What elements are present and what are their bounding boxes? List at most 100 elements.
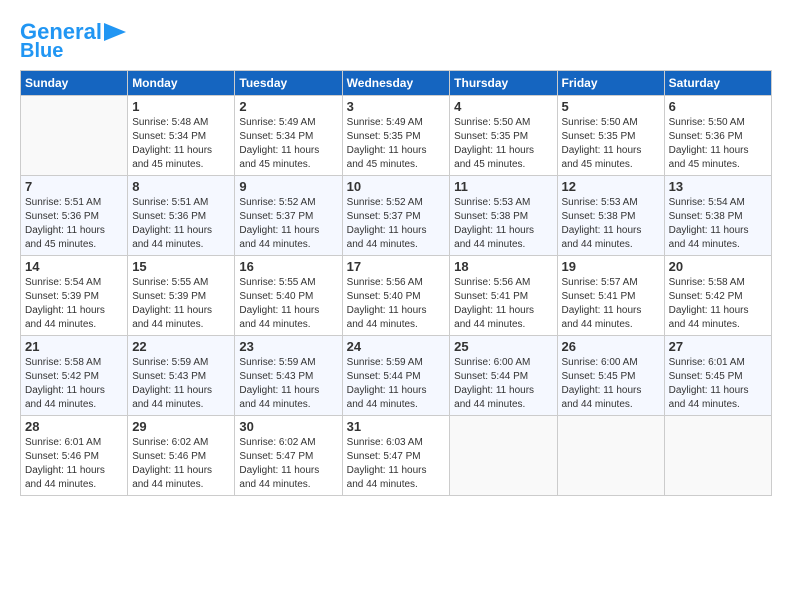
calendar-cell: 20 Sunrise: 5:58 AM Sunset: 5:42 PM Dayli… (664, 256, 771, 336)
calendar-table: SundayMondayTuesdayWednesdayThursdayFrid… (20, 70, 772, 496)
calendar-cell: 17 Sunrise: 5:56 AM Sunset: 5:40 PM Dayli… (342, 256, 450, 336)
calendar-cell: 3 Sunrise: 5:49 AM Sunset: 5:35 PM Daylig… (342, 96, 450, 176)
day-info: Sunrise: 5:59 AM Sunset: 5:43 PM Dayligh… (239, 356, 337, 412)
weekday-header-sunday: Sunday (21, 71, 128, 96)
day-number: 16 (239, 259, 337, 274)
day-number: 6 (669, 99, 767, 114)
calendar-cell: 18Sunrise: 5:56 AM Sunset: 5:41 PM Dayli… (450, 256, 557, 336)
calendar-cell: 8 Sunrise: 5:51 AM Sunset: 5:36 PM Daylig… (128, 176, 235, 256)
day-number: 31 (347, 419, 446, 434)
calendar-week-row: 7 Sunrise: 5:51 AM Sunset: 5:36 PM Daylig… (21, 176, 772, 256)
logo: General Blue (20, 20, 126, 62)
day-info: Sunrise: 5:51 AM Sunset: 5:36 PM Dayligh… (25, 196, 123, 252)
day-info: Sunrise: 6:01 AM Sunset: 5:46 PM Dayligh… (25, 436, 123, 492)
logo-arrow-icon (104, 23, 126, 41)
day-number: 2 (239, 99, 337, 114)
calendar-cell: 21 Sunrise: 5:58 AM Sunset: 5:42 PM Dayli… (21, 336, 128, 416)
calendar-cell: 10Sunrise: 5:52 AM Sunset: 5:37 PM Dayli… (342, 176, 450, 256)
day-info: Sunrise: 5:52 AM Sunset: 5:37 PM Dayligh… (239, 196, 337, 252)
day-number: 18 (454, 259, 552, 274)
calendar-cell (557, 416, 664, 496)
day-info: Sunrise: 5:56 AM Sunset: 5:40 PM Dayligh… (347, 276, 446, 332)
day-number: 14 (25, 259, 123, 274)
day-info: Sunrise: 5:53 AM Sunset: 5:38 PM Dayligh… (454, 196, 552, 252)
calendar-cell: 27 Sunrise: 6:01 AM Sunset: 5:45 PM Dayli… (664, 336, 771, 416)
calendar-cell: 15 Sunrise: 5:55 AM Sunset: 5:39 PM Dayli… (128, 256, 235, 336)
day-number: 27 (669, 339, 767, 354)
logo-text-blue: Blue (20, 40, 63, 62)
weekday-header-monday: Monday (128, 71, 235, 96)
day-number: 21 (25, 339, 123, 354)
day-number: 15 (132, 259, 230, 274)
day-number: 17 (347, 259, 446, 274)
calendar-cell (21, 96, 128, 176)
day-number: 20 (669, 259, 767, 274)
calendar-week-row: 21 Sunrise: 5:58 AM Sunset: 5:42 PM Dayli… (21, 336, 772, 416)
day-number: 11 (454, 179, 552, 194)
calendar-cell: 31 Sunrise: 6:03 AM Sunset: 5:47 PM Dayli… (342, 416, 450, 496)
calendar-cell: 11 Sunrise: 5:53 AM Sunset: 5:38 PM Dayli… (450, 176, 557, 256)
calendar-cell: 1 Sunrise: 5:48 AM Sunset: 5:34 PM Daylig… (128, 96, 235, 176)
calendar-cell (450, 416, 557, 496)
day-info: Sunrise: 5:55 AM Sunset: 5:40 PM Dayligh… (239, 276, 337, 332)
day-info: Sunrise: 5:58 AM Sunset: 5:42 PM Dayligh… (669, 276, 767, 332)
day-info: Sunrise: 5:59 AM Sunset: 5:43 PM Dayligh… (132, 356, 230, 412)
day-info: Sunrise: 6:01 AM Sunset: 5:45 PM Dayligh… (669, 356, 767, 412)
day-info: Sunrise: 5:59 AM Sunset: 5:44 PM Dayligh… (347, 356, 446, 412)
calendar-cell: 5 Sunrise: 5:50 AM Sunset: 5:35 PM Daylig… (557, 96, 664, 176)
day-info: Sunrise: 5:51 AM Sunset: 5:36 PM Dayligh… (132, 196, 230, 252)
day-info: Sunrise: 5:53 AM Sunset: 5:38 PM Dayligh… (562, 196, 660, 252)
day-number: 3 (347, 99, 446, 114)
day-info: Sunrise: 5:49 AM Sunset: 5:34 PM Dayligh… (239, 116, 337, 172)
day-number: 28 (25, 419, 123, 434)
weekday-header-tuesday: Tuesday (235, 71, 342, 96)
weekday-header-row: SundayMondayTuesdayWednesdayThursdayFrid… (21, 71, 772, 96)
day-number: 1 (132, 99, 230, 114)
day-info: Sunrise: 5:48 AM Sunset: 5:34 PM Dayligh… (132, 116, 230, 172)
day-number: 10 (347, 179, 446, 194)
day-number: 29 (132, 419, 230, 434)
day-info: Sunrise: 6:02 AM Sunset: 5:46 PM Dayligh… (132, 436, 230, 492)
calendar-cell: 29 Sunrise: 6:02 AM Sunset: 5:46 PM Dayli… (128, 416, 235, 496)
day-info: Sunrise: 5:54 AM Sunset: 5:38 PM Dayligh… (669, 196, 767, 252)
day-number: 30 (239, 419, 337, 434)
calendar-cell (664, 416, 771, 496)
calendar-cell: 23 Sunrise: 5:59 AM Sunset: 5:43 PM Dayli… (235, 336, 342, 416)
calendar-cell: 4 Sunrise: 5:50 AM Sunset: 5:35 PM Daylig… (450, 96, 557, 176)
day-number: 13 (669, 179, 767, 194)
calendar-week-row: 1 Sunrise: 5:48 AM Sunset: 5:34 PM Daylig… (21, 96, 772, 176)
calendar-week-row: 14Sunrise: 5:54 AM Sunset: 5:39 PM Dayli… (21, 256, 772, 336)
day-number: 4 (454, 99, 552, 114)
page-header: General Blue (20, 20, 772, 62)
calendar-cell: 26Sunrise: 6:00 AM Sunset: 5:45 PM Dayli… (557, 336, 664, 416)
calendar-cell: 14Sunrise: 5:54 AM Sunset: 5:39 PM Dayli… (21, 256, 128, 336)
day-number: 9 (239, 179, 337, 194)
weekday-header-saturday: Saturday (664, 71, 771, 96)
day-number: 5 (562, 99, 660, 114)
day-number: 8 (132, 179, 230, 194)
day-number: 22 (132, 339, 230, 354)
day-info: Sunrise: 5:57 AM Sunset: 5:41 PM Dayligh… (562, 276, 660, 332)
day-number: 12 (562, 179, 660, 194)
calendar-cell: 22 Sunrise: 5:59 AM Sunset: 5:43 PM Dayli… (128, 336, 235, 416)
day-number: 7 (25, 179, 123, 194)
day-info: Sunrise: 5:49 AM Sunset: 5:35 PM Dayligh… (347, 116, 446, 172)
calendar-cell: 12 Sunrise: 5:53 AM Sunset: 5:38 PM Dayli… (557, 176, 664, 256)
day-info: Sunrise: 6:00 AM Sunset: 5:44 PM Dayligh… (454, 356, 552, 412)
day-number: 24 (347, 339, 446, 354)
day-info: Sunrise: 5:50 AM Sunset: 5:35 PM Dayligh… (454, 116, 552, 172)
weekday-header-friday: Friday (557, 71, 664, 96)
calendar-cell: 6Sunrise: 5:50 AM Sunset: 5:36 PM Daylig… (664, 96, 771, 176)
day-info: Sunrise: 5:55 AM Sunset: 5:39 PM Dayligh… (132, 276, 230, 332)
calendar-cell: 13 Sunrise: 5:54 AM Sunset: 5:38 PM Dayli… (664, 176, 771, 256)
calendar-cell: 9 Sunrise: 5:52 AM Sunset: 5:37 PM Daylig… (235, 176, 342, 256)
calendar-week-row: 28 Sunrise: 6:01 AM Sunset: 5:46 PM Dayli… (21, 416, 772, 496)
day-info: Sunrise: 5:50 AM Sunset: 5:35 PM Dayligh… (562, 116, 660, 172)
day-info: Sunrise: 5:58 AM Sunset: 5:42 PM Dayligh… (25, 356, 123, 412)
day-number: 23 (239, 339, 337, 354)
weekday-header-thursday: Thursday (450, 71, 557, 96)
calendar-cell: 24 Sunrise: 5:59 AM Sunset: 5:44 PM Dayli… (342, 336, 450, 416)
day-info: Sunrise: 6:03 AM Sunset: 5:47 PM Dayligh… (347, 436, 446, 492)
weekday-header-wednesday: Wednesday (342, 71, 450, 96)
day-info: Sunrise: 6:02 AM Sunset: 5:47 PM Dayligh… (239, 436, 337, 492)
